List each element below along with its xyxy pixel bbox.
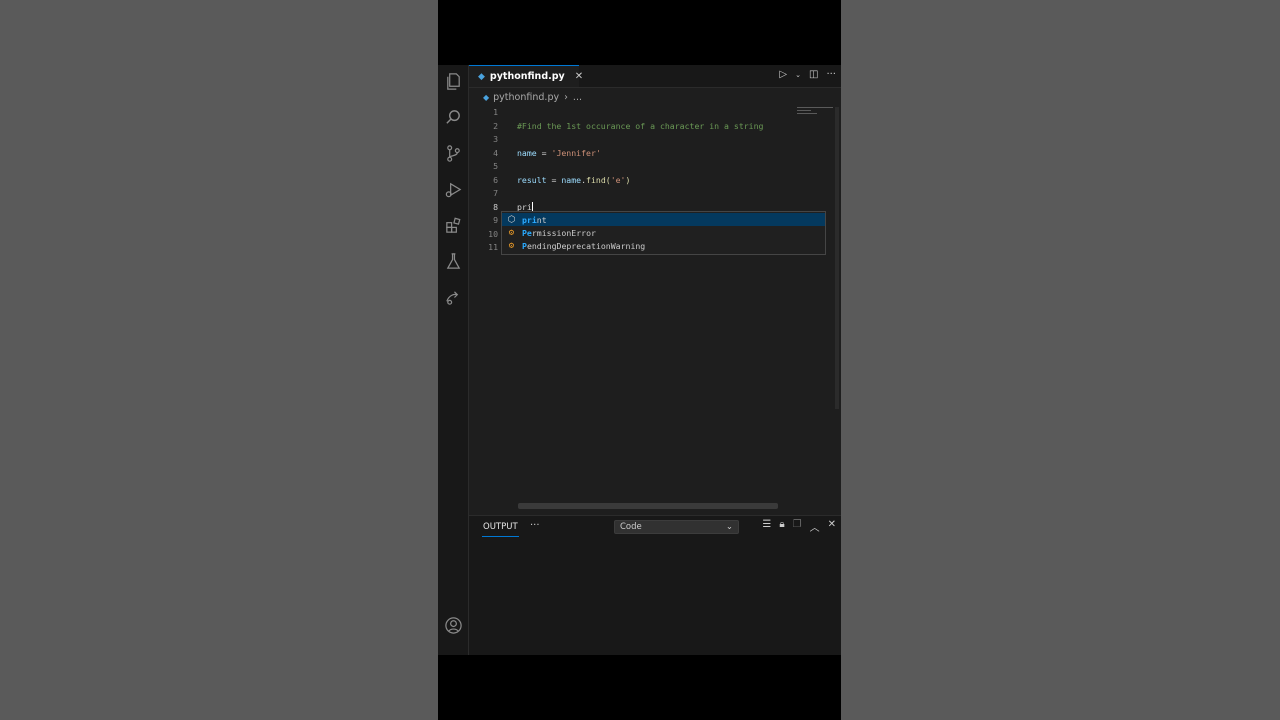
line-number: 7: [493, 188, 498, 198]
function: find: [586, 174, 606, 185]
output-channel-value: Code: [620, 522, 642, 532]
close-icon[interactable]: ✕: [828, 519, 836, 534]
run-debug-icon[interactable]: [441, 177, 465, 201]
more-actions-icon[interactable]: ···: [826, 69, 836, 80]
suggestion-rest: endingDeprecationWarning: [526, 240, 646, 251]
tab-pythonfind[interactable]: ◆ pythonfind.py ✕: [469, 65, 583, 87]
close-icon[interactable]: ✕: [575, 71, 583, 82]
python-file-icon: ◆: [483, 92, 490, 102]
clear-output-icon[interactable]: ☰: [762, 519, 771, 534]
typed-text: pri: [517, 201, 532, 212]
vertical-scrollbar[interactable]: [835, 107, 839, 409]
string: 'e': [610, 174, 626, 185]
suggestion-widget: ⬡ pri nt ⚙ Pe rmission Error ⚙ PendingDepre…: [501, 211, 826, 255]
search-icon[interactable]: [441, 105, 465, 129]
comment: #Find the 1st occurance of a character i…: [517, 120, 764, 131]
suggestion-item[interactable]: ⚙ Pe rmission Error: [502, 226, 825, 239]
operator: =: [546, 174, 562, 185]
paren: ): [625, 174, 631, 185]
split-editor-icon[interactable]: ◫: [809, 69, 818, 80]
lock-icon[interactable]: 🔒︎: [779, 519, 784, 534]
gear-icon[interactable]: [443, 647, 457, 655]
operator: =: [536, 147, 552, 158]
line-number: 2: [493, 120, 498, 131]
output-channel-select[interactable]: Code ⌄: [614, 520, 739, 534]
line-number: 9: [493, 215, 498, 225]
code-editor[interactable]: 1 2 3 4 5 6 7 8 9 10 11 #Find the 1st oc…: [469, 107, 839, 507]
more-icon[interactable]: ···: [530, 520, 540, 531]
line-number: 4: [493, 147, 498, 158]
chevron-up-icon[interactable]: ︿: [810, 519, 820, 534]
extensions-icon[interactable]: [441, 213, 465, 237]
code-line-4: name = 'Jennifer': [517, 148, 601, 158]
class-icon: ⚙: [508, 227, 515, 238]
testing-icon[interactable]: [441, 249, 465, 273]
breadcrumb-more[interactable]: ...: [573, 92, 582, 103]
cube-icon: ⬡: [507, 214, 516, 225]
editor-actions: ▷ ⌄ ◫ ···: [779, 69, 836, 80]
output-panel: OUTPUT ··· Code ⌄ ☰ 🔒︎ ❐ ︿ ✕: [469, 515, 841, 655]
suggestion-item[interactable]: ⚙ PendingDeprecationWarning: [502, 239, 825, 252]
suggestion-match: pri: [522, 214, 537, 225]
account-icon[interactable]: [441, 613, 465, 637]
explorer-icon[interactable]: [441, 69, 465, 93]
copy-icon[interactable]: ❐: [793, 519, 802, 534]
minimap[interactable]: [797, 107, 837, 127]
breadcrumb: ◆ pythonfind.py › ...: [469, 87, 841, 107]
activity-bar: [438, 65, 469, 655]
variable: name: [517, 147, 537, 158]
variable: name: [561, 174, 582, 185]
tab-bar: ◆ pythonfind.py ✕ ▷ ⌄ ◫ ···: [469, 65, 841, 88]
variable: result: [517, 174, 547, 185]
text-cursor: [531, 201, 533, 212]
active-tab-indicator: [482, 536, 519, 537]
horizontal-scrollbar[interactable]: [518, 503, 778, 509]
chevron-down-icon[interactable]: ⌄: [795, 71, 801, 79]
line-number: 3: [493, 134, 498, 144]
tab-output[interactable]: OUTPUT: [483, 522, 518, 532]
suggestion-rest: rmission: [531, 227, 572, 238]
breadcrumb-file[interactable]: pythonfind.py: [493, 92, 559, 103]
line-number: 11: [488, 242, 498, 252]
line-number: 6: [493, 174, 498, 185]
tab-label: pythonfind.py: [489, 71, 565, 82]
panel-actions: ☰ 🔒︎ ❐ ︿ ✕: [762, 519, 836, 534]
vscode-window: ◆ pythonfind.py ✕ ▷ ⌄ ◫ ··· ◆ pythonfind…: [438, 65, 841, 655]
chevron-right-icon: ›: [564, 91, 568, 103]
suggestion-rest: nt: [536, 214, 547, 225]
run-icon[interactable]: ▷: [779, 69, 787, 80]
suggestion-item[interactable]: ⬡ pri nt: [502, 213, 825, 226]
class-icon: ⚙: [508, 240, 515, 251]
chevron-down-icon: ⌄: [725, 522, 733, 532]
remote-explorer-icon[interactable]: [441, 285, 465, 309]
line-number: 8: [493, 201, 498, 212]
video-frame: ◆ pythonfind.py ✕ ▷ ⌄ ◫ ··· ◆ pythonfind…: [438, 0, 841, 720]
code-line-6: result = name.find('e'): [517, 175, 630, 185]
code-line-8: pri: [517, 201, 533, 212]
line-number: 5: [493, 161, 498, 171]
source-control-icon[interactable]: [441, 141, 465, 165]
code-line-2: #Find the 1st occurance of a character i…: [517, 121, 763, 131]
suggestion-match: Pe: [522, 227, 532, 238]
line-number: 10: [488, 228, 498, 239]
string: 'Jennifer': [551, 147, 601, 158]
line-number: 1: [493, 107, 498, 117]
python-file-icon: ◆: [478, 71, 485, 82]
suggestion-rest: Error: [571, 227, 596, 238]
